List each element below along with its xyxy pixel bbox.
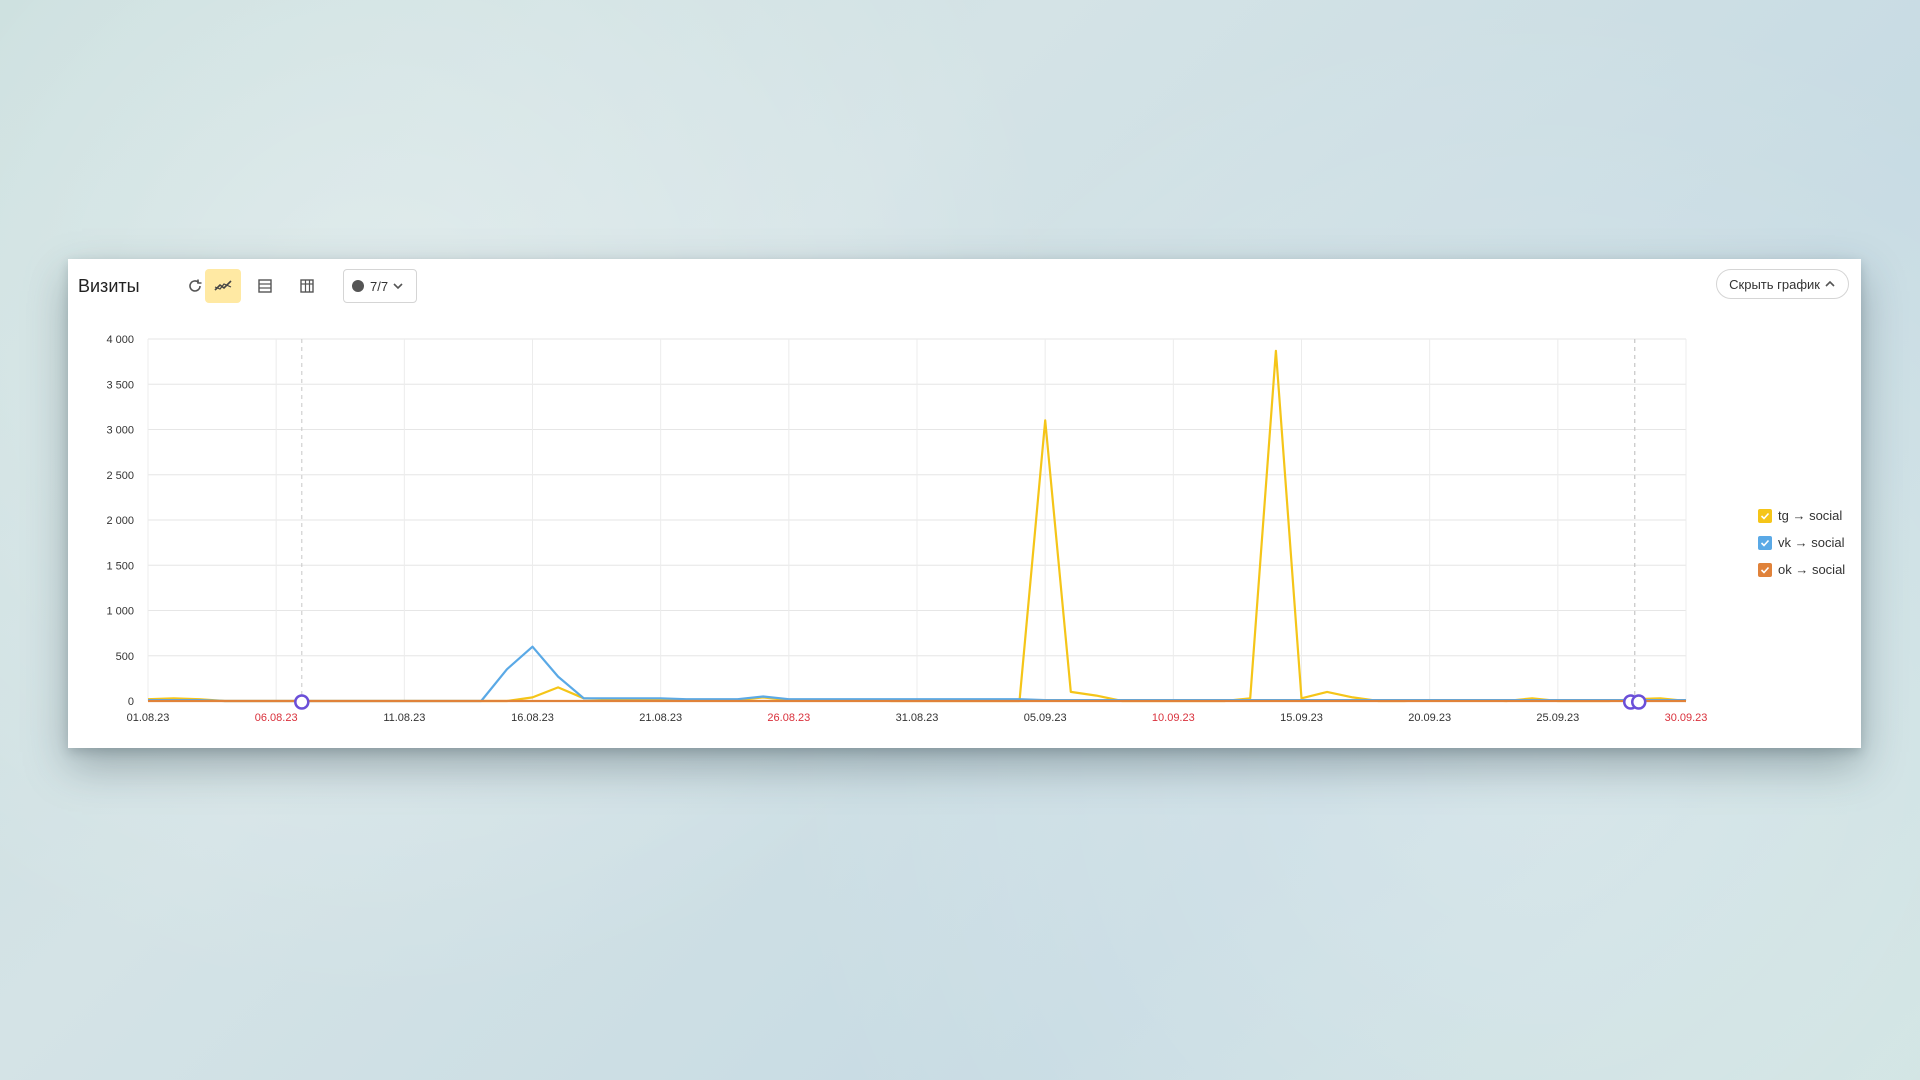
attributes-label: 7/7	[370, 278, 389, 294]
annotation-marker[interactable]	[1630, 694, 1647, 710]
x-tick-label: 31.08.23	[896, 712, 939, 724]
legend-item[interactable]: tg → social	[1758, 502, 1854, 529]
hide-chart-label: Скрыть график	[1729, 276, 1820, 292]
y-tick-label: 1 000	[106, 606, 134, 618]
chart-legend: tg → social vk → social ok → social	[1758, 502, 1854, 583]
chart-toolbar: Визиты 7/7 Скрыть график	[68, 259, 1861, 315]
legend-label: vk → social	[1778, 535, 1845, 550]
legend-label: tg → social	[1778, 508, 1843, 523]
line-chart-icon	[214, 280, 232, 291]
y-tick-label: 3 500	[106, 379, 134, 391]
x-tick-label: 10.09.23	[1152, 712, 1195, 724]
line-chart[interactable]: 4 000 3 500 3 000 2 500 2 000 1 500 1 000 500 0 0…	[68, 315, 1748, 748]
y-tick-label: 1 500	[106, 560, 134, 572]
legend-item[interactable]: vk → social	[1758, 529, 1854, 556]
chart-panel: Визиты 7/7 Скрыть график 4 000 3 500 3 0…	[68, 259, 1861, 748]
attributes-icon	[352, 280, 364, 292]
chart-title: Визиты	[78, 276, 140, 296]
y-tick-label: 2 500	[106, 470, 134, 482]
chevron-up-icon	[1825, 280, 1835, 287]
y-tick-label: 3 000	[106, 425, 134, 437]
x-tick-label: 26.08.23	[767, 712, 810, 724]
chevron-down-icon	[393, 283, 403, 290]
checkbox-icon	[1758, 508, 1772, 523]
legend-item[interactable]: ok → social	[1758, 556, 1854, 583]
stacked-area-icon	[258, 279, 272, 293]
table-icon	[300, 279, 314, 293]
y-tick-label: 4 000	[106, 334, 134, 346]
x-tick-label: 01.08.23	[127, 712, 170, 724]
x-tick-label: 30.09.23	[1665, 712, 1708, 724]
checkbox-icon	[1758, 535, 1772, 550]
y-tick-label: 0	[128, 696, 134, 708]
stacked-area-button[interactable]	[247, 269, 283, 303]
table-button[interactable]	[289, 269, 325, 303]
annotation-marker[interactable]	[294, 694, 310, 710]
hide-chart-button[interactable]: Скрыть график	[1716, 269, 1849, 299]
y-tick-label: 2 000	[106, 515, 134, 527]
y-tick-label: 500	[116, 651, 134, 663]
x-tick-label: 15.09.23	[1280, 712, 1323, 724]
x-tick-label: 11.08.23	[383, 712, 425, 724]
x-tick-label: 21.08.23	[639, 712, 682, 724]
x-tick-label: 05.09.23	[1024, 712, 1067, 724]
refresh-icon	[189, 279, 202, 292]
x-tick-label: 20.09.23	[1408, 712, 1451, 724]
line-chart-button[interactable]	[205, 269, 241, 303]
legend-label: ok → social	[1778, 562, 1846, 577]
x-tick-label: 16.08.23	[511, 712, 554, 724]
x-tick-label: 25.09.23	[1536, 712, 1579, 724]
x-tick-label: 06.08.23	[255, 712, 298, 724]
checkbox-icon	[1758, 562, 1772, 577]
attributes-dropdown[interactable]: 7/7	[343, 269, 417, 303]
